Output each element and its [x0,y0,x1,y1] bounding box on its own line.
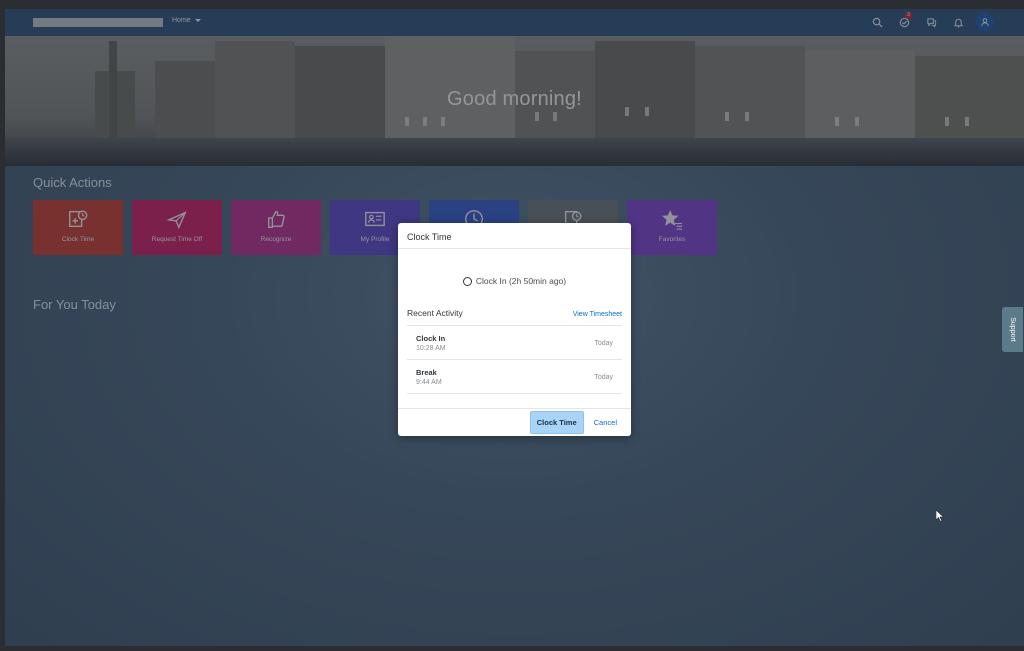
support-tab[interactable]: Support [1002,307,1023,352]
activity-name: Break [416,368,437,377]
clock-status-text: Clock In (2h 50min ago) [475,276,567,286]
recent-activity-title: Recent Activity [407,308,463,318]
dialog-title: Clock Time [407,232,452,242]
activity-date: Today [594,339,613,347]
mouse-cursor-icon [936,510,944,522]
status-ring-icon [462,276,472,286]
support-label: Support [1009,317,1016,342]
clock-time-dialog: Clock Time Clock In (2h 50min ago) Recen… [398,223,631,436]
activity-row[interactable]: Break 9:44 AM Today [407,360,622,394]
dialog-footer: Clock Time Cancel [398,408,631,436]
activity-time: 9:44 AM [416,379,442,386]
activity-row[interactable]: Clock In 10:28 AM Today [407,326,622,360]
view-timesheet-link[interactable]: View Timesheet [573,311,622,318]
activity-date: Today [594,373,613,381]
cancel-button[interactable]: Cancel [590,412,621,433]
clock-time-button[interactable]: Clock Time [529,411,584,434]
dialog-header: Clock Time [398,223,631,249]
recent-activity-header: Recent Activity View Timesheet [407,308,622,326]
activity-time: 10:28 AM [416,345,446,352]
clock-status: Clock In (2h 50min ago) [398,276,631,286]
activity-name: Clock In [416,334,446,343]
